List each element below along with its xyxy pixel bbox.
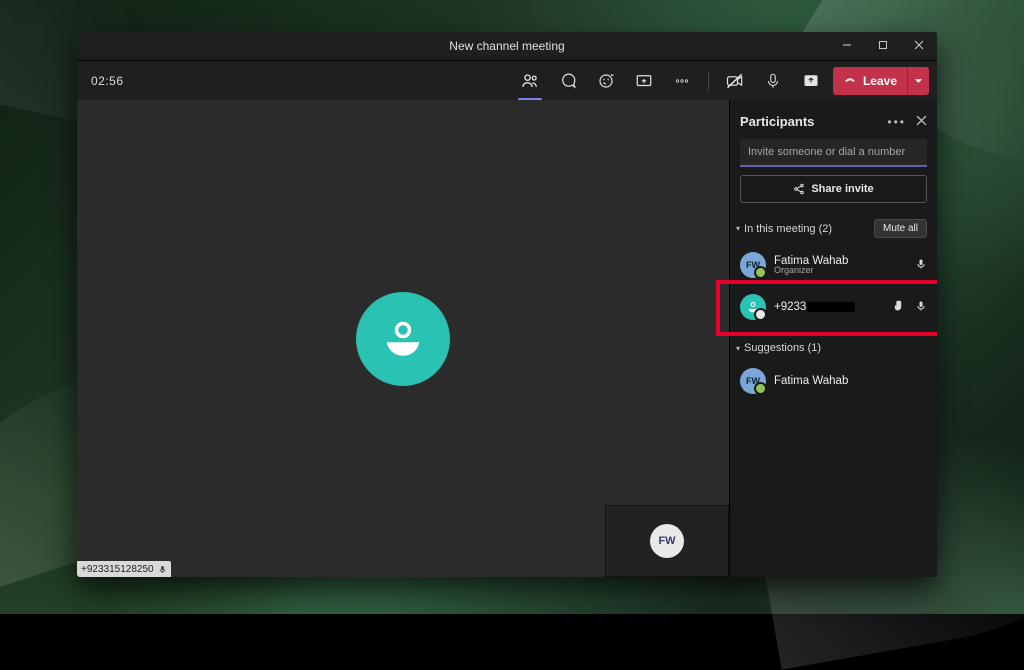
participants-toggle[interactable] (514, 65, 546, 97)
mute-all-button[interactable]: Mute all (874, 219, 927, 238)
share-button-2[interactable] (795, 65, 827, 97)
self-avatar: FW (650, 524, 684, 558)
chat-toggle[interactable] (552, 65, 584, 97)
share-invite-button[interactable]: Share invite (740, 175, 927, 203)
redacted-text (807, 302, 855, 312)
section-suggestions-label: Suggestions (1) (744, 342, 821, 354)
section-suggestions[interactable]: ▾ Suggestions (1) (730, 338, 937, 360)
section-in-meeting-label: In this meeting (2) (744, 223, 832, 235)
participant-row[interactable]: FW Fatima Wahab Organizer (730, 244, 937, 286)
avatar: FW (740, 252, 766, 278)
suggestions-list: FW Fatima Wahab (730, 360, 937, 402)
self-video-tile[interactable]: FW (605, 505, 729, 577)
reactions-button[interactable] (590, 65, 622, 97)
section-in-meeting[interactable]: ▾ In this meeting (2) Mute all (730, 215, 937, 244)
title-bar: New channel meeting (77, 32, 937, 61)
leave-button-label: Leave (863, 74, 897, 88)
leave-dropdown[interactable] (907, 67, 929, 95)
panel-title: Participants (740, 114, 814, 129)
panel-close-icon[interactable] (916, 115, 927, 129)
participant-role: Organizer (774, 265, 907, 275)
in-meeting-list: FW Fatima Wahab Organizer (730, 244, 937, 328)
presence-dot (754, 308, 767, 321)
presence-dot (754, 382, 767, 395)
mic-toggle[interactable] (757, 65, 789, 97)
minimize-button[interactable] (829, 32, 865, 58)
suggestion-row[interactable]: FW Fatima Wahab (730, 360, 937, 402)
caller-number: +923315128250 (81, 564, 154, 575)
participant-name: +9233 (774, 301, 884, 313)
participant-row[interactable]: +9233 (730, 286, 937, 328)
caller-badge: +923315128250 (77, 561, 171, 577)
presence-dot (754, 266, 767, 279)
avatar: FW (740, 368, 766, 394)
caret-icon: ▾ (736, 224, 740, 233)
caret-icon: ▾ (736, 344, 740, 353)
camera-toggle[interactable] (719, 65, 751, 97)
mic-icon[interactable] (915, 258, 927, 273)
main-participant-avatar (356, 292, 450, 386)
call-timer: 02:56 (85, 74, 124, 88)
window-title: New channel meeting (449, 39, 564, 53)
panel-more-icon[interactable]: ••• (887, 115, 906, 129)
share-invite-label: Share invite (811, 183, 873, 195)
meeting-toolbar: 02:56 (77, 61, 937, 102)
close-button[interactable] (901, 32, 937, 58)
meeting-window: New channel meeting 02:56 (77, 32, 937, 577)
self-avatar-initials: FW (658, 535, 675, 547)
more-actions-button[interactable] (666, 65, 698, 97)
leave-button[interactable]: Leave (833, 67, 907, 95)
participants-panel: Participants ••• Share invite ▾ (729, 100, 937, 577)
video-stage: FW +923315128250 (77, 100, 729, 577)
maximize-button[interactable] (865, 32, 901, 58)
invite-input[interactable] (740, 139, 927, 167)
suggestion-name: Fatima Wahab (774, 375, 927, 387)
raise-hand-icon[interactable] (892, 299, 905, 315)
mic-icon[interactable] (915, 300, 927, 315)
mute-all-label: Mute all (883, 223, 918, 234)
share-screen-button[interactable] (628, 65, 660, 97)
avatar (740, 294, 766, 320)
